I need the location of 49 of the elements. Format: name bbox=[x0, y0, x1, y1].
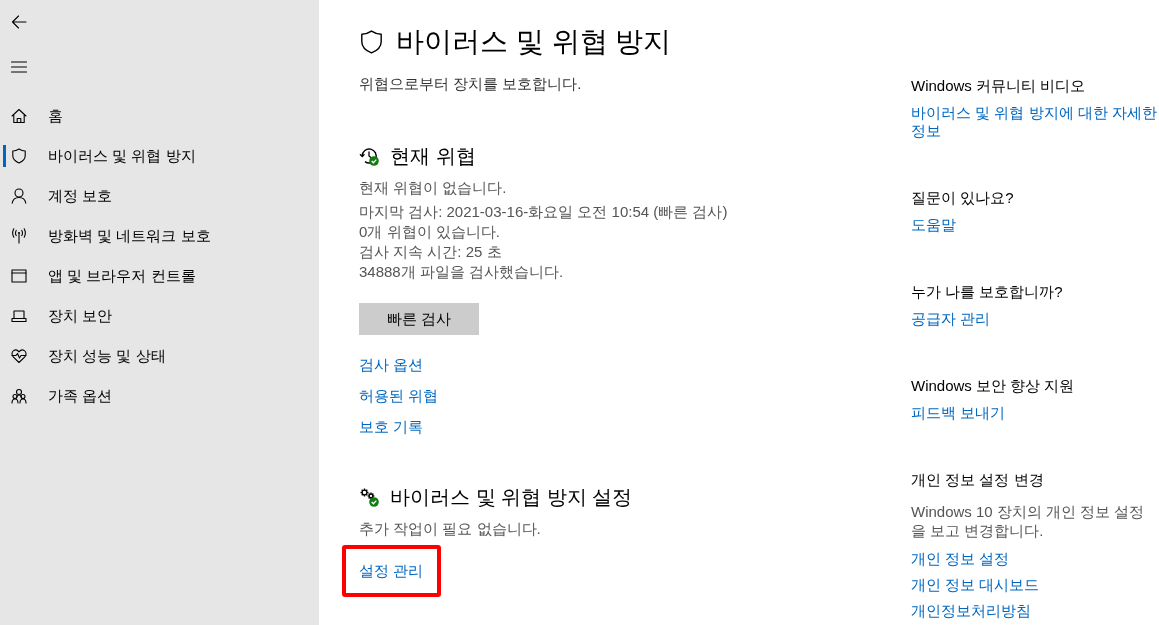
status-text: 현재 위협이 없습니다. bbox=[359, 178, 507, 198]
info-heading: 질문이 있나요? bbox=[911, 188, 1014, 208]
nav-item[interactable]: 홈 bbox=[0, 96, 319, 136]
status-text: 마지막 검사: 2021-03-16-화요일 오전 10:54 (빠른 검사) bbox=[359, 202, 728, 222]
link[interactable]: 개인 정보 설정 bbox=[911, 550, 1010, 568]
home-icon bbox=[11, 108, 27, 124]
link[interactable]: 도움말 bbox=[911, 216, 956, 234]
link[interactable]: 개인정보처리방침 bbox=[911, 602, 1031, 620]
info-heading: Windows 보안 향상 지원 bbox=[911, 376, 1075, 396]
info-heading: 개인 정보 설정 변경 bbox=[911, 470, 1044, 490]
back-arrow-icon[interactable] bbox=[11, 14, 27, 30]
link[interactable]: 바이러스 및 위협 방지에 대한 자세한 정보 bbox=[911, 104, 1158, 140]
shield-icon bbox=[359, 28, 384, 56]
menu-icon[interactable] bbox=[11, 61, 27, 73]
status-text: 검사 지속 시간: 25 초 bbox=[359, 242, 502, 262]
laptop-icon bbox=[11, 308, 27, 324]
section-heading: 바이러스 및 위협 방지 설정 bbox=[390, 485, 633, 510]
link[interactable]: 허용된 위협 bbox=[359, 386, 439, 406]
info-heading: Windows 커뮤니티 비디오 bbox=[911, 76, 1086, 96]
heart-pulse-icon bbox=[11, 348, 27, 364]
nav-item[interactable]: 앱 및 브라우저 컨트롤 bbox=[0, 256, 319, 296]
link[interactable]: 공급자 관리 bbox=[911, 310, 991, 328]
nav-item[interactable]: 계정 보호 bbox=[0, 176, 319, 216]
shield-icon bbox=[11, 148, 27, 164]
gears-check-icon bbox=[359, 487, 379, 507]
page-subtitle: 위협으로부터 장치를 보호합니다. bbox=[359, 74, 582, 94]
nav-item[interactable]: 바이러스 및 위협 방지 bbox=[0, 136, 319, 176]
nav-item[interactable]: 가족 옵션 bbox=[0, 376, 319, 416]
status-text: 0개 위협이 있습니다. bbox=[359, 222, 500, 242]
people-icon bbox=[11, 388, 27, 404]
page-title: 바이러스 및 위협 방지 bbox=[396, 25, 672, 59]
link[interactable]: 개인 정보 대시보드 bbox=[911, 576, 1040, 594]
nav-item[interactable]: 장치 성능 및 상태 bbox=[0, 336, 319, 376]
status-text: 34888개 파일을 검사했습니다. bbox=[359, 262, 564, 282]
description-text: Windows 10 장치의 개인 정보 설정을 보고 변경합니다. bbox=[911, 502, 1146, 540]
link[interactable]: 설정 관리 bbox=[359, 561, 424, 581]
link[interactable]: 검사 옵션 bbox=[359, 355, 424, 375]
link[interactable]: 피드백 보내기 bbox=[911, 404, 1006, 422]
clock-check-icon bbox=[359, 146, 379, 166]
nav-item[interactable]: 방화벽 및 네트워크 보호 bbox=[0, 216, 319, 256]
scan-button[interactable]: 빠른 검사 bbox=[359, 303, 479, 335]
link[interactable]: 보호 기록 bbox=[359, 417, 424, 437]
status-text: 추가 작업이 필요 없습니다. bbox=[359, 519, 541, 539]
person-icon bbox=[11, 188, 27, 204]
section-heading: 현재 위협 bbox=[390, 144, 476, 169]
window-icon bbox=[11, 268, 27, 284]
info-heading: 누가 나를 보호합니까? bbox=[911, 282, 1063, 302]
nav-item[interactable]: 장치 보안 bbox=[0, 296, 319, 336]
antenna-icon bbox=[11, 228, 27, 244]
